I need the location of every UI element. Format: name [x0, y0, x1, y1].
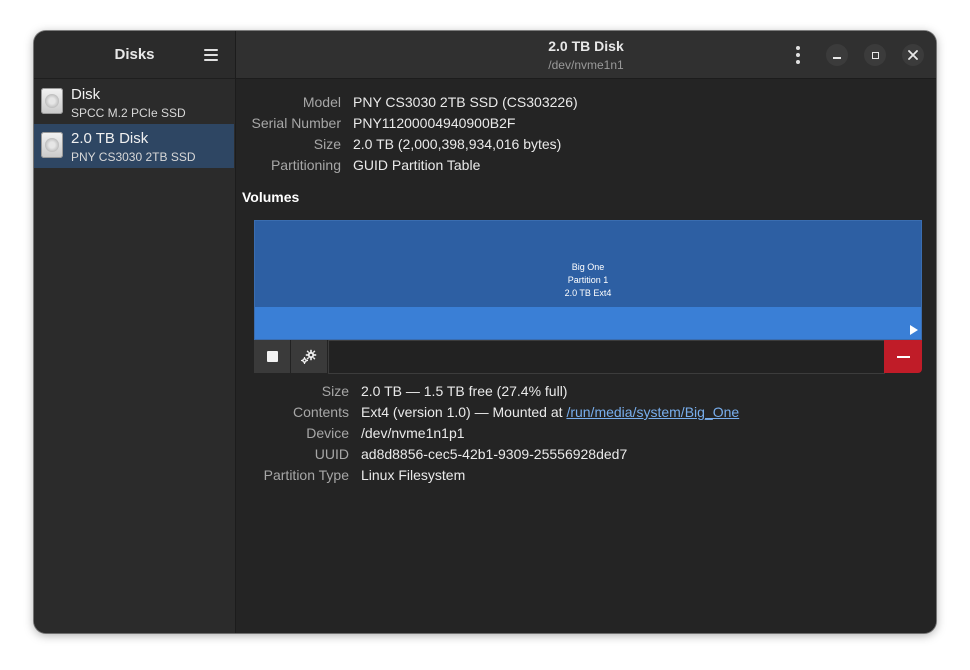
contents-text: Ext4 (version 1.0) — Mounted at — [361, 404, 567, 420]
gears-icon — [301, 349, 317, 364]
maximize-button[interactable] — [864, 44, 886, 66]
maximize-icon — [871, 51, 879, 59]
drive-harddisk-icon — [41, 88, 63, 114]
disk-name: 2.0 TB Disk — [71, 130, 149, 147]
disks-window: Disks Disk SPCC M.2 PCIe SSD 2.0 TB Disk… — [34, 31, 936, 633]
sidebar-item-disk[interactable]: Disk SPCC M.2 PCIe SSD — [34, 80, 234, 124]
mount-point-link[interactable]: /run/media/system/Big_One — [566, 404, 739, 420]
minimize-icon — [833, 57, 841, 59]
size-value: 2.0 TB (2,000,398,934,016 bytes) — [353, 136, 562, 152]
main-pane: 2.0 TB Disk /dev/nvme1n1 Model PNY CS303… — [236, 31, 936, 633]
toolbar-spacer — [328, 340, 885, 374]
vol-uuid-value: ad8d8856-cec5-42b1-9309-25556928ded7 — [361, 446, 628, 462]
minus-icon — [896, 355, 910, 358]
partition-block-big-one[interactable]: Big One Partition 1 2.0 TB Ext4 — [254, 220, 922, 340]
vol-device-label: Device — [306, 425, 349, 441]
partition-label: Partition 1 — [567, 275, 609, 285]
sidebar-header: Disks — [34, 31, 235, 79]
delete-partition-button[interactable] — [884, 340, 922, 373]
partition-selection-bar[interactable] — [255, 307, 921, 339]
serial-value: PNY11200004940900B2F — [353, 115, 516, 131]
disk-model: PNY CS3030 2TB SSD — [71, 150, 196, 164]
header-bar: 2.0 TB Disk /dev/nvme1n1 — [236, 31, 936, 79]
model-value: PNY CS3030 2TB SSD (CS303226) — [353, 94, 578, 110]
volumes-heading: Volumes — [242, 189, 300, 205]
disk-model: SPCC M.2 PCIe SSD — [71, 106, 186, 120]
unmount-button[interactable] — [254, 340, 291, 373]
sidebar-item-2tb-disk[interactable]: 2.0 TB Disk PNY CS3030 2TB SSD — [34, 124, 234, 168]
disk-name: Disk — [71, 86, 101, 103]
close-button[interactable] — [902, 44, 924, 66]
volume-toolbar — [254, 340, 922, 374]
sidebar: Disks Disk SPCC M.2 PCIe SSD 2.0 TB Disk… — [34, 31, 236, 633]
partitioning-label: Partitioning — [270, 157, 341, 173]
vol-contents-value: Ext4 (version 1.0) — Mounted at /run/med… — [361, 404, 739, 420]
hamburger-menu-icon[interactable] — [200, 44, 222, 66]
drive-harddisk-icon — [41, 132, 63, 158]
kebab-menu-icon[interactable] — [790, 45, 806, 65]
partition-name: Big One — [571, 262, 605, 272]
partition-options-button[interactable] — [291, 340, 328, 373]
vol-uuid-label: UUID — [314, 446, 349, 462]
model-label: Model — [302, 94, 341, 110]
vol-device-value: /dev/nvme1n1p1 — [361, 425, 465, 441]
size-label: Size — [313, 136, 341, 152]
minimize-button[interactable] — [826, 44, 848, 66]
partitioning-value: GUID Partition Table — [353, 157, 481, 173]
vol-size-label: Size — [321, 383, 349, 399]
stop-icon — [266, 351, 278, 362]
play-arrow-icon — [910, 325, 918, 335]
vol-ptype-label: Partition Type — [263, 467, 349, 483]
close-icon — [908, 50, 918, 60]
vol-size-value: 2.0 TB — 1.5 TB free (27.4% full) — [361, 383, 568, 399]
serial-label: Serial Number — [251, 115, 341, 131]
vol-contents-label: Contents — [292, 404, 349, 420]
vol-ptype-value: Linux Filesystem — [361, 467, 466, 483]
partition-desc: 2.0 TB Ext4 — [564, 288, 612, 298]
